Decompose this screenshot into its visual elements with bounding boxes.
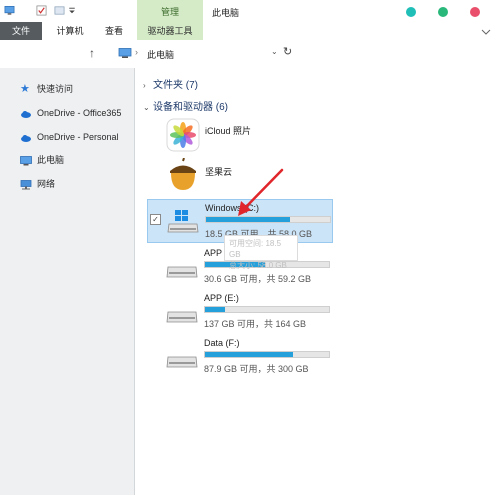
green-dot-button[interactable] bbox=[438, 7, 448, 17]
tab-computer[interactable]: 计算机 bbox=[50, 22, 90, 40]
drive-free-space: 87.9 GB 可用，共 300 GB bbox=[204, 364, 309, 374]
drive-usage-fill bbox=[206, 217, 291, 222]
sidebar-item-onedrive-personal[interactable]: OneDrive - Personal bbox=[20, 130, 119, 144]
group-folders[interactable]: › 文件夹 (7) bbox=[143, 76, 198, 91]
drive-item-f[interactable]: Data (F:) 87.9 GB 可用，共 300 GB bbox=[147, 335, 332, 377]
drive-free-space: 30.6 GB 可用，共 59.2 GB bbox=[204, 274, 312, 284]
breadcrumb-location[interactable]: 此电脑 bbox=[147, 48, 174, 61]
help-icon[interactable] bbox=[480, 25, 492, 37]
drive-free-space: 137 GB 可用，共 164 GB bbox=[204, 319, 307, 329]
sidebar-item-network[interactable]: 网络 bbox=[20, 177, 55, 191]
chevron-right-icon: › bbox=[143, 81, 146, 90]
app-label-icloud[interactable]: iCloud 照片 bbox=[205, 124, 251, 137]
sidebar-item-quick-access[interactable]: ★ 快速访问 bbox=[20, 82, 73, 96]
hard-drive-icon bbox=[166, 356, 198, 368]
pc-icon bbox=[20, 155, 32, 166]
tab-manage[interactable]: 管理 bbox=[137, 0, 203, 22]
selection-checkbox[interactable]: ✓ bbox=[150, 214, 161, 225]
onedrive-icon bbox=[21, 110, 31, 118]
nutstore-icon[interactable] bbox=[166, 158, 200, 192]
onedrive-icon bbox=[21, 134, 31, 142]
address-bar: ↑ › 此电脑 ⌄ ↻ bbox=[0, 40, 500, 68]
drive-usage-bar bbox=[204, 306, 330, 313]
up-arrow-icon[interactable]: ↑ bbox=[89, 46, 95, 60]
chevron-down-icon: ⌄ bbox=[143, 103, 150, 112]
pc-icon bbox=[118, 48, 132, 58]
group-devices-drives[interactable]: ⌄ 设备和驱动器 (6) bbox=[143, 98, 228, 113]
drive-name: Data (F:) bbox=[204, 338, 240, 348]
drive-tooltip: 可用空间: 18.5 GB 总大小: 58.0 GB bbox=[224, 235, 298, 270]
window-title: 此电脑 bbox=[212, 8, 240, 18]
refresh-icon[interactable]: ↻ bbox=[283, 45, 292, 58]
customize-dropdown-icon[interactable] bbox=[68, 5, 76, 16]
hard-drive-icon bbox=[166, 311, 198, 323]
content-pane: › 文件夹 (7) ⌄ 设备和驱动器 (6) iCloud 照片 坚果云 ✓ W… bbox=[135, 68, 500, 495]
hard-drive-icon bbox=[166, 266, 198, 278]
ribbon-tabs: 文件 计算机 查看 驱动器工具 bbox=[0, 22, 500, 41]
app-label-nutstore[interactable]: 坚果云 bbox=[205, 165, 232, 178]
new-folder-icon[interactable] bbox=[54, 5, 65, 16]
red-dot-button[interactable] bbox=[470, 7, 480, 17]
sidebar-item-label: 此电脑 bbox=[37, 155, 65, 165]
tooltip-line: 可用空间: 18.5 GB bbox=[229, 239, 282, 259]
drive-usage-fill bbox=[205, 307, 225, 312]
sidebar-item-label: 网络 bbox=[37, 179, 56, 189]
drive-usage-bar bbox=[205, 216, 331, 223]
drive-name: APP (E:) bbox=[204, 293, 239, 303]
drive-usage-bar bbox=[204, 351, 330, 358]
navigation-pane: ★ 快速访问 OneDrive - Office365 OneDrive - Pe… bbox=[0, 68, 135, 495]
network-icon bbox=[20, 179, 32, 190]
sidebar-item-this-pc[interactable]: 此电脑 bbox=[20, 153, 64, 167]
sidebar-item-onedrive-office365[interactable]: OneDrive - Office365 bbox=[20, 106, 121, 120]
drive-name: Windows (C:) bbox=[205, 203, 260, 213]
drive-usage-fill bbox=[205, 352, 294, 357]
drive-item-e[interactable]: APP (E:) 137 GB 可用，共 164 GB bbox=[147, 290, 332, 332]
properties-check-icon[interactable] bbox=[36, 5, 47, 16]
tooltip-line: 总大小: 58.0 GB bbox=[229, 261, 287, 270]
star-icon: ★ bbox=[20, 83, 30, 95]
sidebar-item-label: OneDrive - Office365 bbox=[37, 108, 122, 118]
address-dropdown-icon[interactable]: ⌄ bbox=[271, 47, 278, 56]
sidebar-item-label: 快速访问 bbox=[37, 84, 74, 94]
tab-drive-tools[interactable]: 驱动器工具 bbox=[137, 22, 203, 40]
sidebar-item-label: OneDrive - Personal bbox=[37, 132, 119, 142]
computer-icon[interactable] bbox=[4, 5, 15, 16]
breadcrumb-chevron-icon[interactable]: › bbox=[135, 47, 138, 57]
tab-file[interactable]: 文件 bbox=[0, 22, 42, 40]
tab-view[interactable]: 查看 bbox=[98, 22, 130, 40]
icloud-photos-icon[interactable] bbox=[166, 118, 200, 152]
windows-drive-icon bbox=[167, 210, 199, 233]
title-bar: 管理 此电脑 bbox=[0, 0, 500, 22]
teal-dot-button[interactable] bbox=[406, 7, 416, 17]
